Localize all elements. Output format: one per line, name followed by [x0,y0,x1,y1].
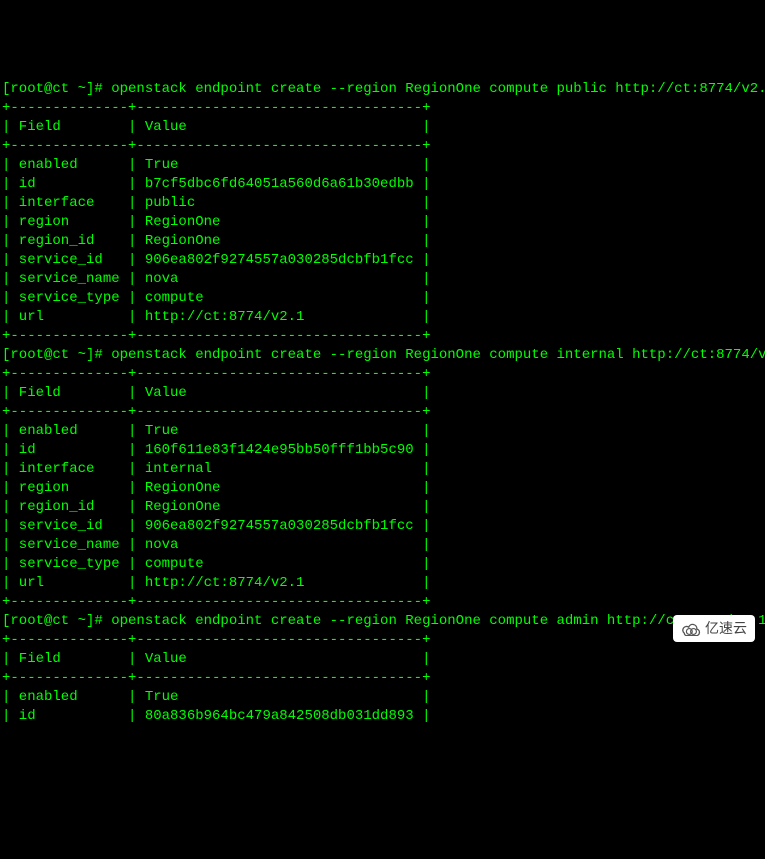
terminal-output[interactable]: [root@ct ~]# openstack endpoint create -… [2,80,763,726]
table-row: | id | b7cf5dbc6fd64051a560d6a61b30edbb … [2,175,763,194]
table-row: | interface | public | [2,194,763,213]
table-row: | service_name | nova | [2,536,763,555]
command-line[interactable]: [root@ct ~]# openstack endpoint create -… [2,80,763,99]
watermark-text: 亿速云 [705,619,747,638]
table-row: | service_id | 906ea802f9274557a030285dc… [2,517,763,536]
table-row: | region_id | RegionOne | [2,232,763,251]
table-row: | enabled | True | [2,156,763,175]
table-header-row: | Field | Value | [2,118,763,137]
table-border: +--------------+------------------------… [2,593,763,612]
command-line[interactable]: [root@ct ~]# openstack endpoint create -… [2,346,763,365]
table-border: +--------------+------------------------… [2,327,763,346]
table-row: | id | 160f611e83f1424e95bb50fff1bb5c90 … [2,441,763,460]
table-header-row: | Field | Value | [2,384,763,403]
table-border: +--------------+------------------------… [2,365,763,384]
command-line[interactable]: [root@ct ~]# openstack endpoint create -… [2,612,763,631]
table-row: | region | RegionOne | [2,213,763,232]
table-row: | region | RegionOne | [2,479,763,498]
table-row: | url | http://ct:8774/v2.1 | [2,308,763,327]
watermark-badge: 亿速云 [673,615,755,642]
table-border: +--------------+------------------------… [2,669,763,688]
table-row: | enabled | True | [2,688,763,707]
table-row: | service_name | nova | [2,270,763,289]
table-border: +--------------+------------------------… [2,99,763,118]
cloud-icon [681,622,701,636]
table-row: | url | http://ct:8774/v2.1 | [2,574,763,593]
table-border: +--------------+------------------------… [2,631,763,650]
table-border: +--------------+------------------------… [2,137,763,156]
table-row: | service_id | 906ea802f9274557a030285dc… [2,251,763,270]
table-row: | interface | internal | [2,460,763,479]
table-row: | enabled | True | [2,422,763,441]
table-border: +--------------+------------------------… [2,403,763,422]
table-row: | service_type | compute | [2,555,763,574]
table-header-row: | Field | Value | [2,650,763,669]
table-row: | service_type | compute | [2,289,763,308]
table-row: | id | 80a836b964bc479a842508db031dd893 … [2,707,763,726]
table-row: | region_id | RegionOne | [2,498,763,517]
